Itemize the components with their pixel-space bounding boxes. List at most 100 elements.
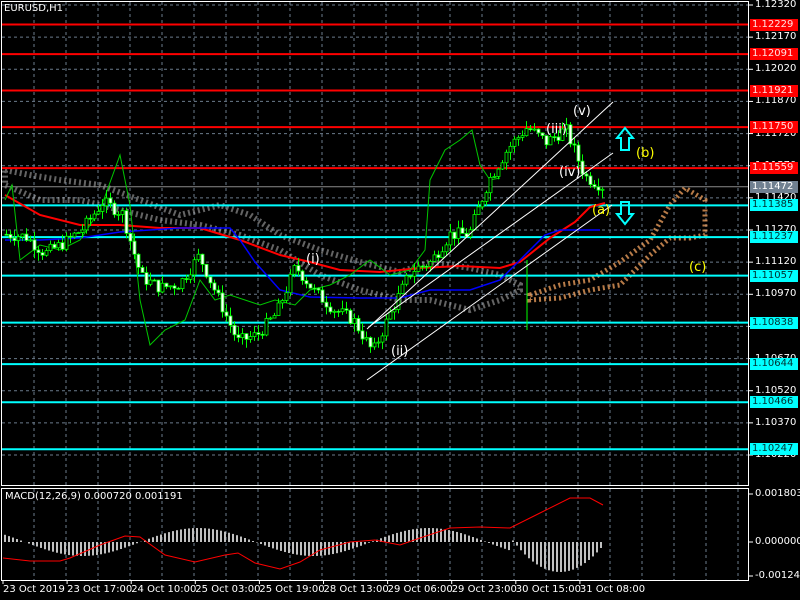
time-axis-label: 24 Oct 10:00: [131, 584, 197, 595]
candle-body: [196, 253, 201, 261]
candle-body: [476, 206, 481, 215]
candle-body: [500, 162, 505, 170]
macd-axis-label: 0.000000: [755, 536, 800, 547]
candle-body: [76, 232, 81, 234]
candle-body: [436, 254, 441, 258]
candle-body: [364, 337, 369, 340]
candle-body: [184, 278, 189, 280]
candle-body: [152, 279, 157, 282]
candle-body: [324, 301, 329, 308]
candle-body: [60, 242, 65, 250]
candle-body: [376, 341, 381, 344]
price-axis-label: 1.11120: [755, 256, 797, 268]
candle-body: [480, 200, 485, 208]
candle-body: [248, 336, 253, 340]
level-price-label: 1.11385: [750, 199, 798, 212]
candle-body: [236, 334, 241, 338]
candle-body: [340, 308, 345, 313]
candle-body: [64, 235, 69, 250]
candle-body: [460, 227, 465, 234]
wave-label-iv: (iv): [559, 165, 581, 180]
candle-body: [144, 272, 149, 285]
candle-body: [120, 210, 125, 215]
candle-body: [484, 192, 489, 202]
time-axis-label: 23 Oct 17:00: [67, 584, 133, 595]
candle-body: [532, 128, 537, 131]
level-price-label: 1.11921: [750, 84, 798, 97]
candle-body: [276, 302, 281, 316]
candle-body: [48, 243, 53, 251]
candle-body: [452, 231, 457, 239]
price-axis-label: 1.12020: [755, 63, 797, 75]
candle-body: [256, 332, 261, 335]
time-axis-label: 23 Oct 2019: [3, 584, 65, 595]
candle-body: [132, 240, 137, 255]
candle-body: [24, 233, 29, 241]
wave-label-a: (a): [592, 203, 611, 218]
candle-body: [416, 265, 421, 272]
ichimoku-cloud-past: [1, 166, 523, 314]
candle-body: [4, 233, 9, 236]
price-axis-label: 1.11870: [755, 95, 797, 107]
candle-body: [192, 259, 197, 276]
candle-body: [260, 333, 265, 336]
candle-body: [200, 253, 205, 265]
level-price-label: 1.12229: [750, 18, 798, 31]
candle-body: [272, 315, 277, 319]
candle-body: [284, 292, 289, 301]
candle-body: [288, 273, 293, 294]
candle-body: [296, 265, 301, 272]
price-axis-label: 1.10520: [755, 384, 797, 396]
macd-axis-label: 0.001803: [755, 488, 800, 499]
candle-body: [172, 285, 177, 289]
candle-body: [520, 135, 525, 138]
candle-body: [360, 330, 365, 340]
candle-body: [208, 276, 213, 284]
candle-body: [448, 231, 453, 246]
candle-body: [292, 265, 297, 275]
candle-body: [424, 265, 429, 268]
candle-body: [576, 144, 581, 162]
candle-body: [548, 136, 553, 146]
wave-label-i: (i): [306, 252, 320, 267]
candle-body: [232, 324, 237, 336]
candle-body: [44, 250, 49, 256]
candle-body: [52, 243, 57, 249]
candle-body: [316, 287, 321, 291]
candle-body: [320, 289, 325, 303]
candle-body: [108, 197, 113, 204]
candle-body: [32, 239, 37, 251]
wave-label-ii: (ii): [391, 344, 409, 359]
candle-body: [356, 318, 361, 332]
candle-body: [368, 337, 373, 348]
candle-body: [56, 242, 61, 249]
time-axis-label: 28 Oct 13:00: [323, 584, 389, 595]
level-price-label: 1.11750: [750, 121, 798, 134]
candle-body: [252, 332, 257, 337]
price-chart[interactable]: [0, 0, 800, 600]
macd-title: MACD(12,26,9) 0.000720 0.001191: [5, 491, 183, 502]
candle-body: [156, 279, 161, 293]
candle-body: [588, 175, 593, 186]
candle-body: [148, 279, 153, 285]
time-axis-label: 29 Oct 06:00: [387, 584, 453, 595]
candle-body: [348, 309, 353, 324]
candle-body: [212, 282, 217, 291]
level-price-label: 1.11237: [750, 231, 798, 244]
level-price-label: 1.11057: [750, 269, 798, 282]
candle-body: [428, 261, 433, 267]
candle-body: [404, 275, 409, 285]
candle-body: [300, 270, 305, 282]
candle-body: [140, 267, 145, 273]
level-price-label: 1.11559: [750, 162, 798, 175]
candle-body: [244, 333, 249, 340]
candle-body: [432, 254, 437, 262]
candle-body: [224, 311, 229, 317]
time-axis-label: 25 Oct 19:00: [259, 584, 325, 595]
candle-body: [524, 128, 529, 137]
candle-body: [84, 217, 89, 231]
current-price-label: 1.11472: [750, 180, 798, 193]
candle-body: [472, 214, 477, 231]
candle-body: [280, 300, 285, 304]
candle-body: [312, 287, 317, 290]
